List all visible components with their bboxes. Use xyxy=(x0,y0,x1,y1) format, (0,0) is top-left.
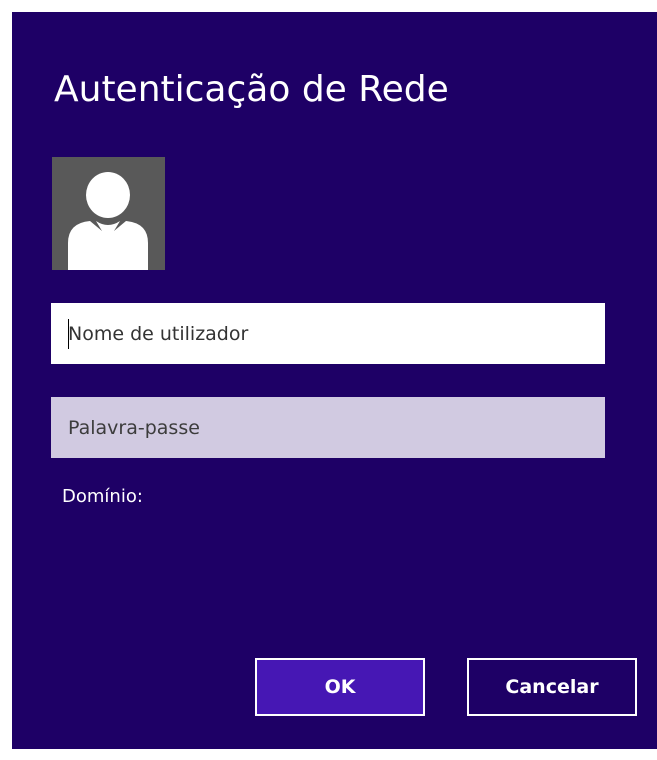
password-input[interactable] xyxy=(51,397,605,458)
ok-button[interactable]: OK xyxy=(255,658,425,716)
domain-label: Domínio: xyxy=(62,486,143,507)
cancel-button[interactable]: Cancelar xyxy=(467,658,637,716)
dialog-title: Autenticação de Rede xyxy=(54,69,449,110)
username-input[interactable] xyxy=(51,303,605,364)
network-auth-dialog: Autenticação de Rede Domínio: OK Cancela… xyxy=(12,12,657,749)
user-avatar xyxy=(52,157,165,270)
text-caret xyxy=(68,319,69,349)
user-silhouette-icon xyxy=(68,172,148,270)
